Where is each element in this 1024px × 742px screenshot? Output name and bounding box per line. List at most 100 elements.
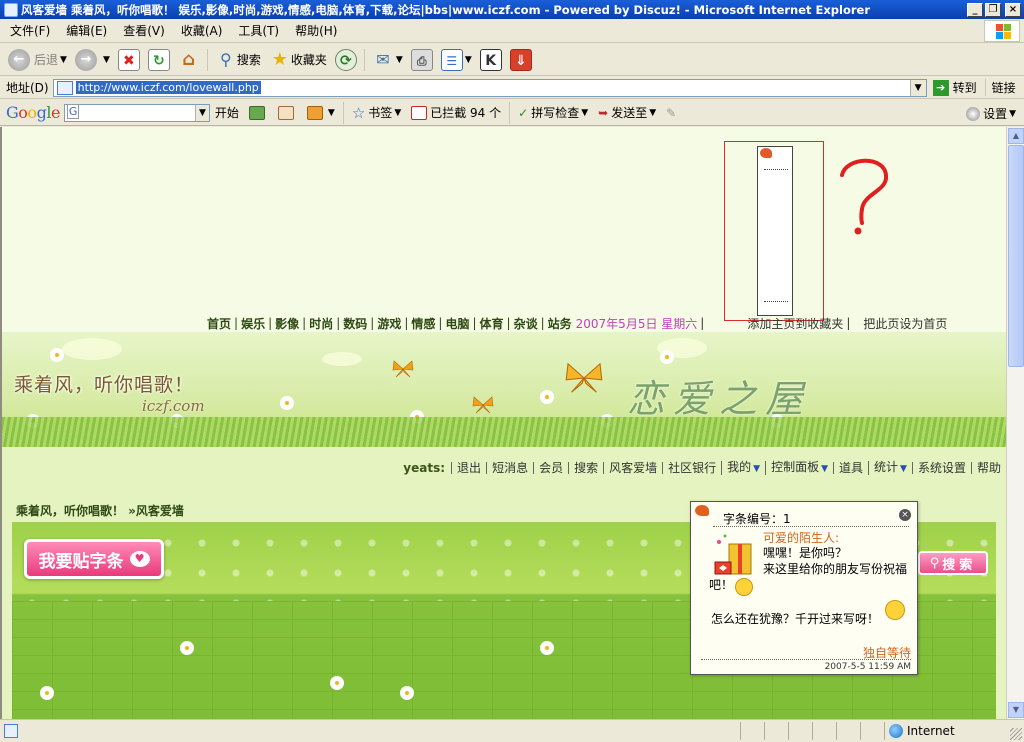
nav-home[interactable]: 首页 [207,315,231,332]
scroll-down-icon[interactable]: ▼ [1008,702,1024,718]
user-nav-lovewall[interactable]: 风客爱墙 [603,462,662,474]
scroll-thumb[interactable] [1008,145,1024,367]
popup-blocked-label: 已拦截 94 个 [430,106,502,120]
grin-icon [885,600,905,620]
tools-dropdown-icon[interactable]: ▼ [328,108,335,118]
google-search-input[interactable]: G ▼ [63,103,210,122]
nav-fashion[interactable]: 时尚 [309,315,333,332]
address-input[interactable]: http://www.iczf.com/lovewall.php ▼ [52,78,927,97]
user-nav-settings[interactable]: 系统设置 [911,462,971,474]
nav-sports[interactable]: 体育 [480,315,504,332]
user-nav-members[interactable]: 会员 [533,462,568,474]
favorites-button[interactable]: ★ 收藏夹 [265,46,331,74]
status-panel [836,722,860,740]
back-dropdown-icon[interactable]: ▼ [60,55,67,65]
edit-dropdown-icon[interactable]: ▼ [465,55,472,65]
links-button[interactable]: 链接 [984,79,1016,96]
nav-games[interactable]: 游戏 [377,315,401,332]
nav-video[interactable]: 影像 [275,315,299,332]
highlight-button[interactable]: ✎ [661,106,681,120]
back-button[interactable]: ← 后退 ▼ [4,46,71,74]
add-favorite-link[interactable]: 添加主页到收藏夹 [747,315,843,332]
nav-computer[interactable]: 电脑 [445,315,469,332]
scroll-up-icon[interactable]: ▲ [1008,128,1024,144]
send-to-button[interactable]: ➥ 发送至 ▼ [593,104,661,121]
bookmarks-dropdown-icon[interactable]: ▼ [394,108,401,118]
print-button[interactable]: ⎙ [407,46,437,74]
user-nav-messages[interactable]: 短消息 [486,462,533,474]
user-nav-logout[interactable]: 退出 [451,462,486,474]
user-nav-control-panel[interactable]: 控制面板 ▼ [765,461,833,475]
flower-decoration [182,643,192,653]
edit-button[interactable]: ☰ ▼ [437,46,476,74]
forward-dropdown-icon[interactable]: ▼ [103,55,110,65]
nav-chat[interactable]: 杂谈 [514,315,538,332]
toolbar-separator [509,101,511,124]
menu-edit[interactable]: 编辑(E) [58,22,115,39]
nav-site-affairs[interactable]: 站务 [548,315,572,332]
maximize-button[interactable]: ❐ [985,2,1001,17]
chevron-down-icon: ▼ [821,464,829,474]
history-button[interactable]: ⟳ [331,46,361,74]
close-icon[interactable]: × [899,509,911,521]
menu-file[interactable]: 文件(F) [0,22,58,39]
google-start-button[interactable]: 开始 [210,104,244,121]
security-zone[interactable]: Internet [884,722,1008,740]
send-to-label: 发送至 [611,106,648,120]
wall-search-label: 搜索 [942,557,977,573]
user-nav-search[interactable]: 搜索 [568,462,603,474]
note-body: 嘿嘿！是你吗？ 来这里给你的朋友写份祝福 吧！ [709,545,913,593]
google-tools-button[interactable]: ▼ [302,105,340,120]
user-nav-stats[interactable]: 统计 ▼ [868,461,912,475]
address-dropdown-icon[interactable]: ▼ [909,79,926,96]
mail-dropdown-icon[interactable]: ▼ [396,55,403,65]
refresh-button[interactable]: ↻ [144,46,174,74]
vertical-scrollbar[interactable]: ▲ ▼ [1006,127,1024,719]
google-news-button[interactable] [273,105,302,120]
address-label: 地址(D) [6,81,49,95]
minimize-button[interactable]: _ [967,2,983,17]
nav-digital[interactable]: 数码 [343,315,367,332]
forward-button[interactable]: → ▼ [71,46,114,74]
close-button[interactable]: × [1005,2,1021,17]
spellcheck-button[interactable]: ✓ 拼写检查 ▼ [513,104,593,121]
user-nav-help[interactable]: 帮助 [970,462,1006,474]
wall-search-button[interactable]: ⚲ 搜索 [918,551,988,575]
mini-note[interactable] [757,146,793,316]
google-image-button[interactable] [244,105,273,120]
menu-favorites[interactable]: 收藏(A) [173,22,231,39]
nav-emotion[interactable]: 情感 [411,315,435,332]
home-button[interactable]: ⌂ [174,46,204,74]
user-nav-items[interactable]: 道具 [833,462,868,474]
user-nav-mine[interactable]: 我的 ▼ [721,461,765,475]
k-extension-button[interactable]: K [476,46,506,74]
send-to-icon: ➥ [598,105,609,120]
spellcheck-dropdown-icon[interactable]: ▼ [581,108,588,118]
send-to-dropdown-icon[interactable]: ▼ [649,108,656,118]
bookmarks-button[interactable]: ☆ 书签 ▼ [347,104,406,122]
popup-blocker-button[interactable]: 已拦截 94 个 [406,104,506,121]
menu-tools[interactable]: 工具(T) [230,22,287,39]
nav-entertainment[interactable]: 娱乐 [241,315,265,332]
user-nav-bank[interactable]: 社区银行 [662,462,721,474]
mail-button[interactable]: ✉ ▼ [368,46,407,74]
wall-note[interactable]: 字条编号：1 × 可爱的陌生人: 嘿嘿！是你吗？ 来这里给你的朋友写份祝福 吧！… [690,501,918,675]
post-note-button[interactable]: 我要贴字条 ♥ [24,539,164,579]
user-nav-label: 退出 [457,461,482,475]
stop-button[interactable]: ✖ [114,46,144,74]
print-icon: ⎙ [410,48,433,71]
google-settings-button[interactable]: 设置 ▼ [966,105,1016,122]
search-button[interactable]: ⚲ 搜索 [211,46,265,74]
resize-grip[interactable] [1010,728,1022,740]
google-logo[interactable]: Google [6,103,60,122]
set-homepage-link[interactable]: 把此页设为首页 [863,315,947,332]
download-extension-button[interactable]: ⇓ [506,46,536,74]
stop-icon: ✖ [117,48,140,71]
address-url[interactable]: http://www.iczf.com/lovewall.php [75,81,261,94]
speech-heart-icon: ♥ [129,551,150,567]
menu-help[interactable]: 帮助(H) [287,22,345,39]
google-search-dropdown-icon[interactable]: ▼ [194,104,209,121]
breadcrumb[interactable]: 乘着风，听你唱歌！ »风客爱墙 [16,502,184,519]
menu-view[interactable]: 查看(V) [115,22,173,39]
go-button[interactable]: ➔ 转到 [932,79,977,96]
